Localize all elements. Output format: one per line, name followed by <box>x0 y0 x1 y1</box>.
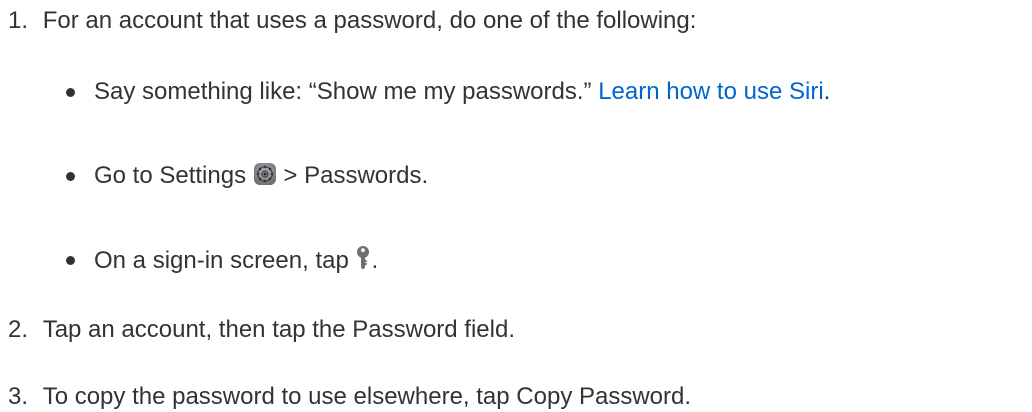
bullet-text: On a sign-in screen, tap <box>94 247 356 274</box>
step-number: 2. <box>8 316 29 343</box>
step-1: 1. For an account that uses a password, … <box>8 6 696 36</box>
bullet-text-after: > Passwords. <box>276 162 429 189</box>
step-2: 2. Tap an account, then tap the Password… <box>8 315 515 345</box>
settings-gear-icon <box>253 162 277 194</box>
bullet-dot <box>66 88 75 97</box>
key-icon <box>355 245 371 279</box>
step-text: For an account that uses a password, do … <box>42 7 697 34</box>
bullet-item-siri: Say something like: “Show me my password… <box>94 77 830 107</box>
step-text: To copy the password to use elsewhere, t… <box>42 383 692 410</box>
step-text: Tap an account, then tap the Password fi… <box>42 316 515 343</box>
bullet-dot <box>66 172 75 181</box>
bullet-text: Go to Settings <box>94 162 253 189</box>
bullet-text: Say something like: “Show me my password… <box>94 78 599 105</box>
step-number: 1. <box>8 7 29 34</box>
step-3: 3. To copy the password to use elsewhere… <box>8 382 691 412</box>
step-number: 3. <box>8 383 29 410</box>
bullet-item-settings: Go to Settings > Passwords. <box>94 161 428 194</box>
bullet-text-after: . <box>371 247 379 274</box>
bullet-dot <box>66 256 75 265</box>
learn-siri-link[interactable]: Learn how to use Siri <box>598 78 823 105</box>
bullet-period: . <box>823 78 831 105</box>
bullet-item-signin: On a sign-in screen, tap . <box>94 245 378 279</box>
